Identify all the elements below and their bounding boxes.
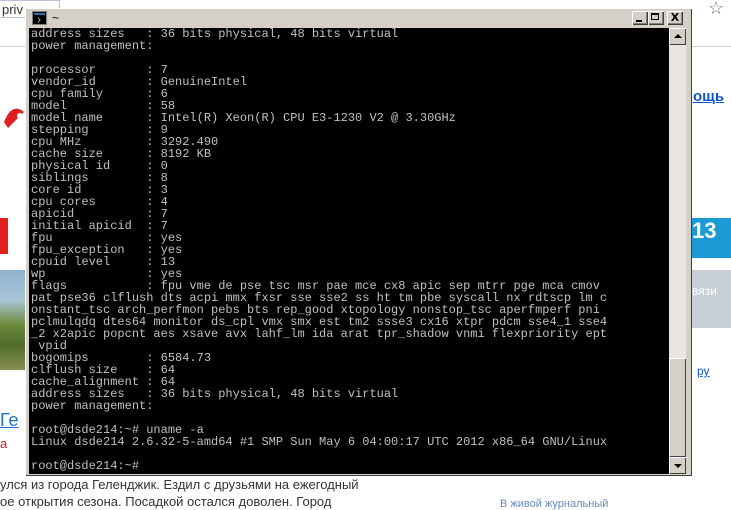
arrow-up-icon [674, 34, 682, 38]
maximize-button[interactable] [648, 11, 664, 25]
console-line: _2 x2apic popcnt aes xsave avx lahf_lm i… [31, 327, 608, 341]
article-line: ое открытия сезона. Посадкой остался дов… [0, 494, 332, 509]
terminal-window[interactable]: ~ X address sizes : 36 bits physical, 48… [25, 8, 692, 476]
console-line: Linux dsde214 2.6.32-5-amd64 #1 SMP Sun … [31, 435, 608, 449]
console-screen[interactable]: address sizes : 36 bits physical, 48 bit… [29, 28, 669, 474]
scroll-down-button[interactable] [669, 457, 686, 474]
minimize-button[interactable] [632, 11, 648, 25]
ru-link[interactable]: ру [697, 364, 710, 378]
bookmark-star-icon[interactable]: ☆ [708, 0, 724, 19]
console-line: power management: [31, 39, 154, 53]
red-text-fragment: а [0, 436, 8, 451]
toolbar-divider [690, 46, 731, 47]
article-title-link[interactable]: Ге [0, 410, 19, 431]
red-button-fragment[interactable] [0, 218, 8, 254]
vertical-scrollbar[interactable] [669, 28, 686, 474]
console-line: root@dsde214:~# [31, 459, 140, 473]
maximize-icon [651, 13, 659, 20]
window-title: ~ [52, 11, 60, 25]
help-link[interactable]: ощь [693, 88, 724, 105]
article-line: улся из города Геленджик. Ездил с друзья… [0, 477, 359, 492]
terminal-icon[interactable] [32, 11, 47, 25]
console-line: power management: [31, 399, 154, 413]
scroll-thumb[interactable] [669, 358, 686, 457]
journal-link[interactable]: В живой журнальный [500, 498, 608, 510]
minimize-icon [636, 20, 642, 22]
grey-banner[interactable]: вязи [688, 270, 731, 328]
close-button[interactable]: X [667, 11, 683, 25]
console-output: address sizes : 36 bits physical, 48 bit… [29, 28, 669, 472]
title-bar[interactable]: ~ X [28, 10, 689, 28]
scroll-up-button[interactable] [669, 28, 686, 45]
arrow-down-icon [674, 464, 682, 468]
blue-banner[interactable]: 13 [688, 218, 731, 258]
